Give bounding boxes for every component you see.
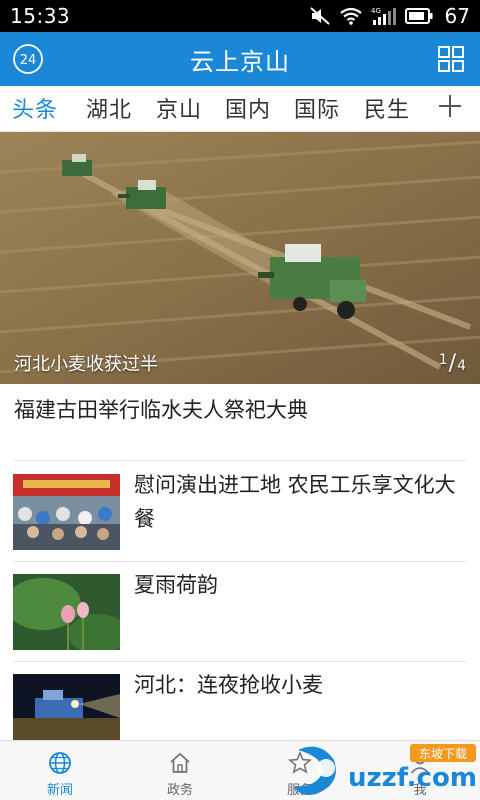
news-title: 河北：连夜抢收小麦 [134,673,323,697]
hero-image [0,132,480,384]
wifi-icon [339,7,362,25]
watermark-text: uzzf.com [348,763,477,793]
category-tabs: 头条 湖北 京山 国内 国际 民生 [0,86,480,132]
news-item[interactable]: 慰问演出进工地 农民工乐享文化大餐 [0,462,480,560]
app-header: 24 云上京山 [0,32,480,86]
add-tab-icon[interactable] [438,94,462,118]
watermark-badge: 东坡下载 [419,747,467,761]
svg-text:4G: 4G [371,7,381,15]
status-bar: 15:33 4G 67 [0,0,480,32]
home-icon [170,752,190,773]
nav-label: 政务 [166,783,193,798]
news-item[interactable]: 河北：连夜抢收小麦 [0,662,480,740]
hero-page-current: 1 [438,352,448,368]
tab-livelihood[interactable]: 民生 [364,92,410,124]
news-thumbnail [13,674,120,740]
hero-pager: 1/4 [438,351,466,376]
grid-menu-icon[interactable] [438,46,464,72]
battery-icon [404,8,433,24]
app-title: 云上京山 [190,48,290,76]
news-title: 慰问演出进工地 农民工乐享文化大餐 [134,473,456,531]
site-watermark: 东坡下载 uzzf.com [290,738,480,800]
status-icons: 4G 67 [309,4,470,28]
news-item[interactable]: 夏雨荷韵 [0,562,480,660]
featured-headline[interactable]: 福建古田举行临水夫人祭祀大典 [14,394,308,424]
nav-label: 新闻 [46,783,73,798]
nav-news[interactable]: 新闻 [0,741,120,800]
tab-international[interactable]: 国际 [294,92,340,124]
tab-hubei[interactable]: 湖北 [86,92,132,124]
news-thumbnail [13,574,120,650]
tab-headlines[interactable]: 头条 [12,92,58,124]
news-title: 夏雨荷韵 [134,573,218,597]
tab-jingshan[interactable]: 京山 [156,92,202,124]
tab-domestic[interactable]: 国内 [225,92,271,124]
hero-page-total: 4 [457,358,466,374]
divider [14,460,466,461]
hero-banner[interactable]: 河北小麦收获过半 1/4 [0,132,480,384]
hero-caption: 河北小麦收获过半 [14,354,158,375]
battery-percent: 67 [444,4,470,28]
news-thumbnail [13,474,120,550]
nav-government[interactable]: 政务 [120,741,240,800]
globe-icon [49,752,71,774]
signal-icon: 4G [371,7,396,25]
status-time: 15:33 [10,4,71,28]
mute-icon [309,7,330,25]
